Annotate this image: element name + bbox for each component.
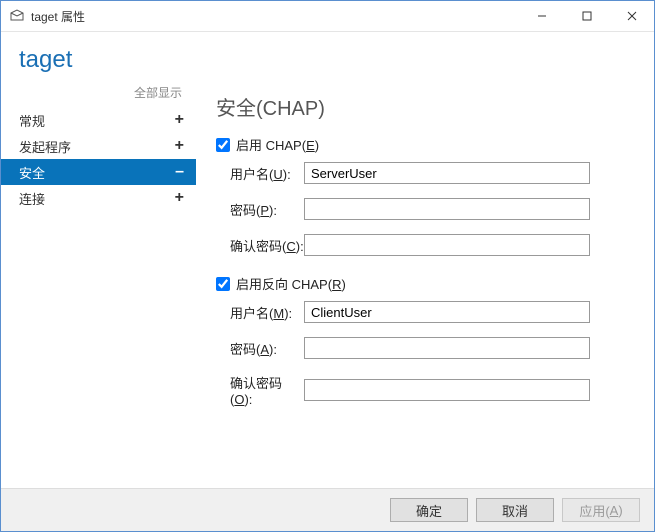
rchap-username-label: 用户名(M): xyxy=(216,303,304,322)
chap-username-label: 用户名(U): xyxy=(216,164,304,183)
section-title: 安全(CHAP) xyxy=(216,92,634,121)
enable-rchap-label[interactable]: 启用反向 CHAP(R) xyxy=(236,274,346,293)
chap-confirm-row: 确认密码(C): xyxy=(216,234,634,256)
sidebar-item-label: 发起程序 xyxy=(19,137,71,156)
enable-chap-row: 启用 CHAP(E) xyxy=(216,135,634,154)
sidebar-item-initiators[interactable]: 发起程序 + xyxy=(1,133,196,159)
maximize-button[interactable] xyxy=(564,1,609,31)
enable-chap-checkbox[interactable] xyxy=(216,138,230,152)
rchap-confirm-label: 确认密码(O): xyxy=(216,373,304,407)
expand-icon: + xyxy=(175,190,184,206)
apply-button[interactable]: 应用(A) xyxy=(562,498,640,522)
enable-rchap-row: 启用反向 CHAP(R) xyxy=(216,274,634,293)
chap-password-label: 密码(P): xyxy=(216,200,304,219)
app-icon xyxy=(9,8,25,24)
rchap-password-label: 密码(A): xyxy=(216,339,304,358)
sidebar-item-general[interactable]: 常规 + xyxy=(1,107,196,133)
rchap-confirm-input[interactable] xyxy=(304,379,590,401)
rchap-confirm-row: 确认密码(O): xyxy=(216,373,634,407)
page-heading: taget xyxy=(1,32,654,78)
properties-window: taget 属性 taget 全部显示 常规 + 发起程序 + 安全 xyxy=(0,0,655,532)
expand-icon: + xyxy=(175,138,184,154)
chap-password-row: 密码(P): xyxy=(216,198,634,220)
expand-icon: + xyxy=(175,112,184,128)
sidebar-item-connections[interactable]: 连接 + xyxy=(1,185,196,211)
chap-confirm-input[interactable] xyxy=(304,234,590,256)
rchap-username-row: 用户名(M): xyxy=(216,301,634,323)
footer: 确定 取消 应用(A) xyxy=(1,488,654,531)
enable-rchap-checkbox[interactable] xyxy=(216,277,230,291)
sidebar-item-security[interactable]: 安全 – xyxy=(1,159,196,185)
sidebar: 全部显示 常规 + 发起程序 + 安全 – 连接 + xyxy=(1,78,196,488)
ok-button[interactable]: 确定 xyxy=(390,498,468,522)
collapse-icon: – xyxy=(175,164,184,180)
chap-password-input[interactable] xyxy=(304,198,590,220)
chap-username-input[interactable] xyxy=(304,162,590,184)
show-all-link[interactable]: 全部显示 xyxy=(1,82,196,107)
rchap-password-input[interactable] xyxy=(304,337,590,359)
sidebar-item-label: 连接 xyxy=(19,189,45,208)
cancel-button[interactable]: 取消 xyxy=(476,498,554,522)
window-title: taget 属性 xyxy=(31,8,85,25)
enable-chap-label[interactable]: 启用 CHAP(E) xyxy=(236,135,319,154)
sidebar-item-label: 安全 xyxy=(19,163,45,182)
chap-confirm-label: 确认密码(C): xyxy=(216,236,304,255)
content-panel: 安全(CHAP) 启用 CHAP(E) 用户名(U): 密码(P): 确认密码(… xyxy=(196,78,654,488)
titlebar: taget 属性 xyxy=(1,1,654,32)
chap-username-row: 用户名(U): xyxy=(216,162,634,184)
sidebar-item-label: 常规 xyxy=(19,111,45,130)
body-area: 全部显示 常规 + 发起程序 + 安全 – 连接 + 安全(CHAP) xyxy=(1,78,654,488)
minimize-button[interactable] xyxy=(519,1,564,31)
rchap-password-row: 密码(A): xyxy=(216,337,634,359)
rchap-username-input[interactable] xyxy=(304,301,590,323)
close-button[interactable] xyxy=(609,1,654,31)
